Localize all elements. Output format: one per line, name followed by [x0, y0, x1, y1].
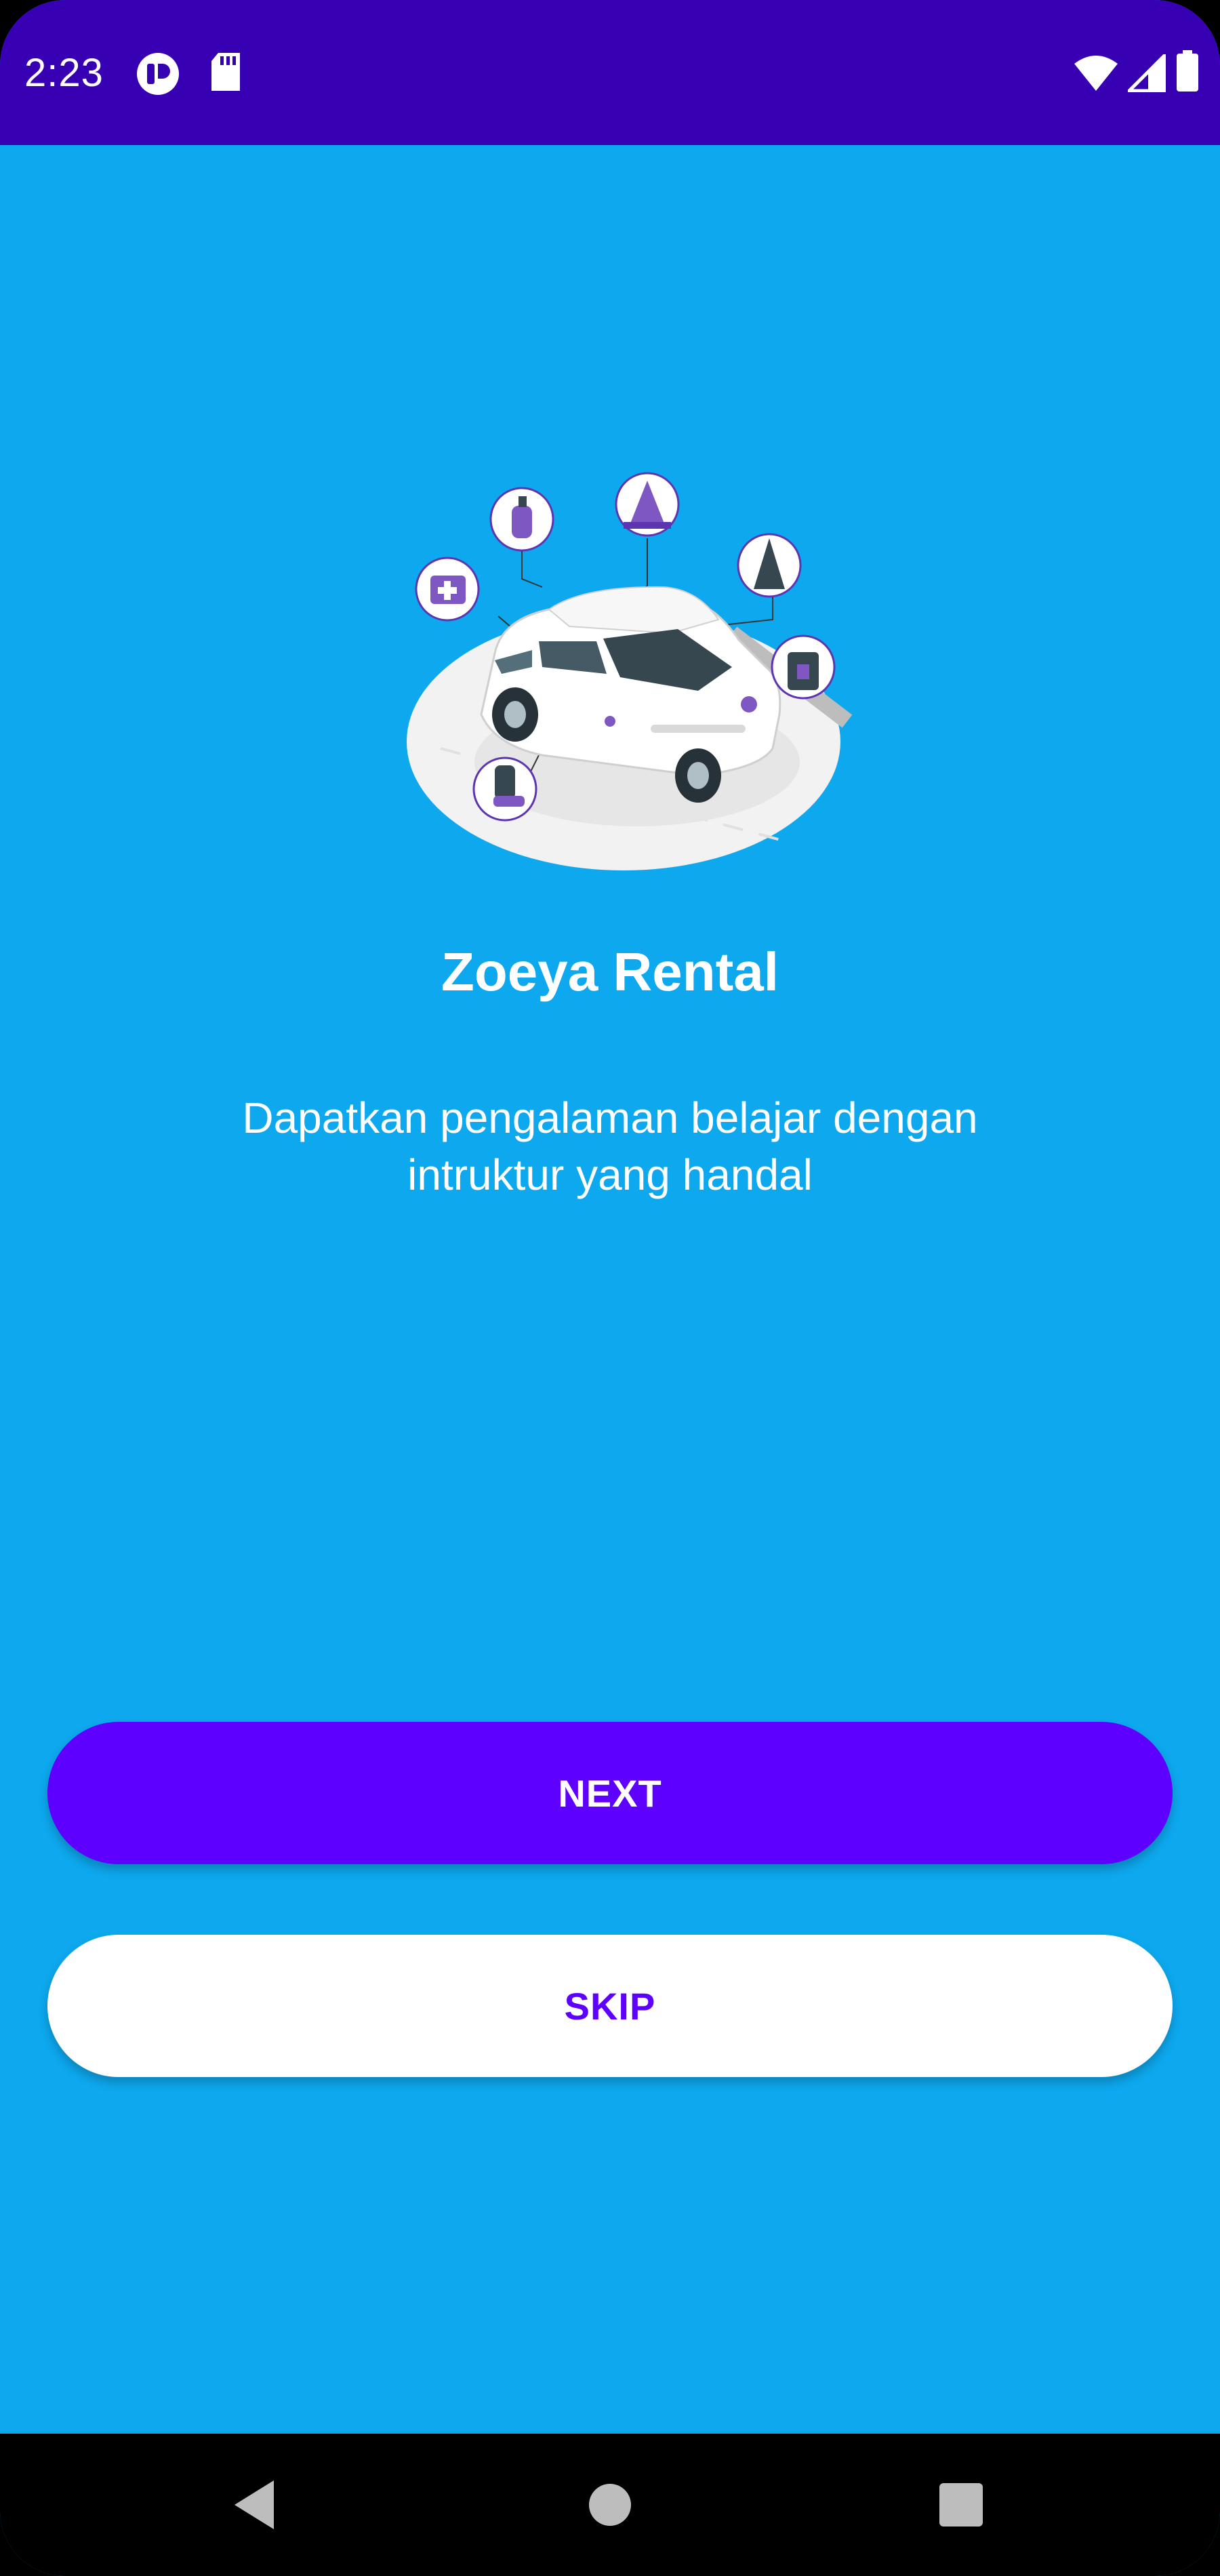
navigation-bar — [0, 2434, 1220, 2576]
status-time: 2:23 — [24, 51, 104, 95]
status-right-icons — [1074, 50, 1200, 96]
app-title: Zoeya Rental — [441, 942, 779, 1002]
sd-card-icon — [209, 52, 243, 100]
recents-icon[interactable] — [924, 2468, 998, 2542]
skip-button[interactable]: SKIP — [47, 1935, 1173, 2077]
back-icon[interactable] — [217, 2468, 291, 2542]
status-left-icons — [136, 52, 243, 100]
car-rental-illustration — [380, 464, 854, 898]
onboarding-screen: Zoeya Rental Dapatkan pengalaman belajar… — [0, 145, 1220, 2434]
phone-screen: 2:23 Zoeya Rental Dapatkan pengalaman be… — [0, 0, 1220, 2576]
battery-icon — [1175, 50, 1200, 96]
cell-signal-icon — [1124, 51, 1166, 96]
notification-app-icon — [136, 52, 180, 100]
wifi-icon — [1074, 54, 1118, 96]
home-icon[interactable] — [573, 2468, 647, 2542]
next-button[interactable]: NEXT — [47, 1722, 1173, 1864]
status-bar: 2:23 — [0, 0, 1220, 145]
onboarding-description: Dapatkan pengalaman belajar dengan intru… — [242, 1093, 978, 1199]
